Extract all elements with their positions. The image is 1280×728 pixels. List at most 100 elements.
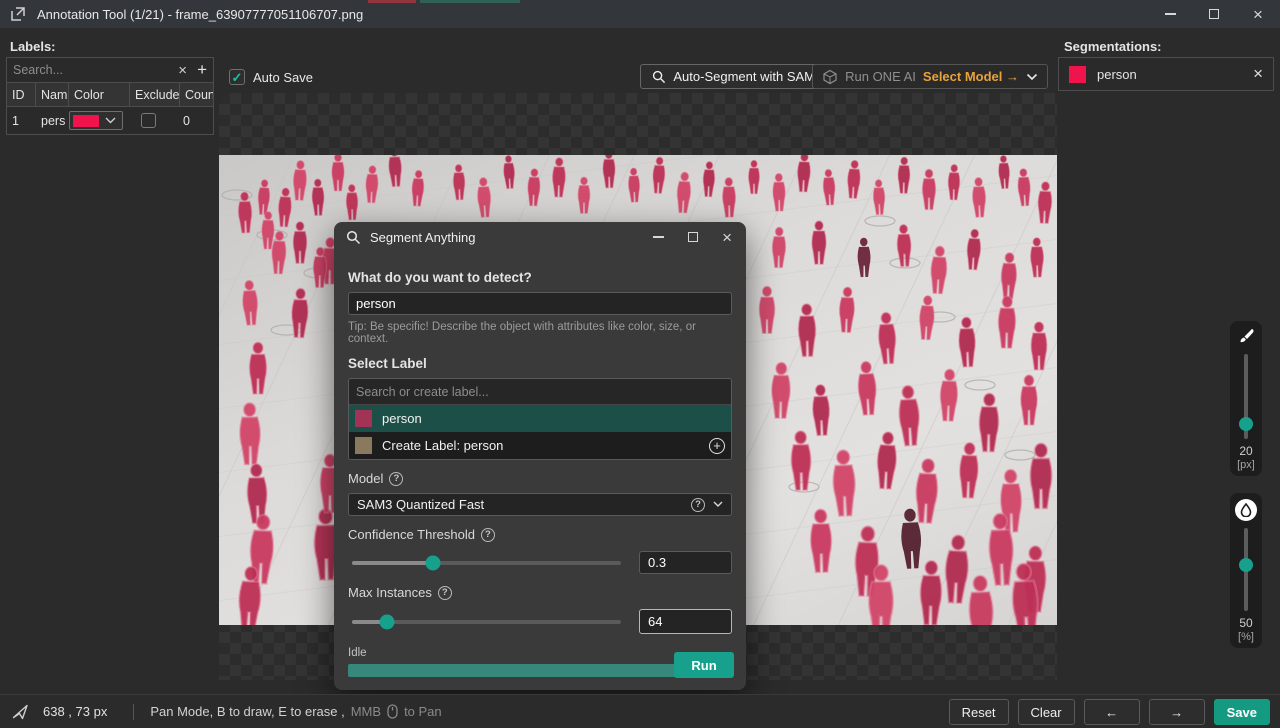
labels-table-header: ID Nam Color Exclude Count (7, 83, 213, 107)
status-divider (133, 704, 134, 720)
detect-tip: Tip: Be specific! Describe the object wi… (348, 321, 732, 345)
close-button[interactable]: × (1236, 0, 1280, 28)
auto-save-label: Auto Save (253, 70, 313, 85)
labels-heading: Labels: (10, 39, 56, 54)
clear-button[interactable]: Clear (1018, 699, 1075, 725)
brush-size-value: 20 (1239, 444, 1252, 458)
brush-size-track[interactable] (1244, 354, 1248, 439)
opacity-unit: [%] (1238, 631, 1254, 643)
dialog-title: Segment Anything (370, 230, 653, 245)
reset-button[interactable]: Reset (949, 699, 1009, 725)
chevron-down-icon (1026, 73, 1038, 81)
detect-input[interactable]: person (348, 292, 732, 315)
label-option-person[interactable]: person (349, 405, 731, 432)
option-color-swatch (355, 437, 372, 454)
max-instances-value-box[interactable]: 64 (639, 609, 732, 634)
auto-save-checkbox[interactable]: ✓ (229, 69, 245, 85)
brush-size-unit: [px] (1237, 459, 1255, 471)
confidence-help-icon[interactable]: ? (481, 528, 495, 542)
next-frame-button[interactable]: → (1149, 699, 1205, 725)
labels-search[interactable]: Search... × + (7, 58, 213, 83)
dialog-close-button[interactable]: × (722, 229, 732, 246)
previous-frame-button[interactable]: ← (1084, 699, 1140, 725)
label-count: 0 (178, 114, 190, 128)
model-value: SAM3 Quantized Fast (357, 497, 691, 512)
pan-hint: to Pan (404, 704, 442, 719)
opacity-knob[interactable] (1239, 558, 1253, 572)
label-name[interactable]: pers (36, 114, 69, 128)
mouse-icon (387, 704, 398, 719)
auto-segment-label: Auto-Segment with SAM (673, 69, 815, 84)
label-option-create[interactable]: Create Label: person + (349, 432, 731, 459)
confidence-slider-fill (352, 561, 433, 565)
delete-segmentation-icon[interactable]: × (1253, 64, 1263, 84)
model-cube-icon (822, 69, 838, 85)
maximize-button[interactable] (1192, 0, 1236, 28)
segmentation-item-person[interactable]: person × (1059, 58, 1273, 90)
run-one-ai-group[interactable]: Run ONE AI Select Model → (812, 64, 1048, 89)
label-color-swatch (73, 115, 99, 127)
col-exclude: Exclude (130, 83, 180, 106)
labels-search-placeholder: Search... (13, 63, 178, 77)
cursor-coordinates: 638 , 73 px (43, 704, 107, 719)
label-search-placeholder: Search or create label... (356, 385, 489, 399)
run-button[interactable]: Run (674, 652, 734, 678)
col-id: ID (7, 83, 36, 106)
background-window-sliver-teal (420, 0, 520, 3)
auto-save-toggle[interactable]: ✓ Auto Save (229, 69, 313, 85)
max-instances-help-icon[interactable]: ? (438, 586, 452, 600)
select-label-heading: Select Label (348, 356, 732, 371)
model-help-icon[interactable]: ? (389, 472, 403, 486)
add-label-icon[interactable]: + (197, 60, 207, 80)
segment-anything-dialog: Segment Anything × What do you want to d… (334, 222, 746, 690)
title-bar: Annotation Tool (1/21) - frame_639077770… (0, 0, 1280, 28)
status-bar: 638 , 73 px Pan Mode, B to draw, E to er… (0, 694, 1280, 728)
segmentations-panel: person × (1058, 57, 1274, 91)
max-instances-slider-knob[interactable] (379, 614, 394, 629)
confidence-value-box[interactable]: 0.3 (639, 551, 732, 574)
select-model-link[interactable]: Select Model → (923, 69, 1019, 84)
confidence-value: 0.3 (648, 555, 666, 570)
label-row-person[interactable]: 1 pers 0 (7, 107, 213, 134)
detect-question-label: What do you want to detect? (348, 270, 732, 285)
confidence-slider-track[interactable] (352, 561, 621, 565)
brush-size-knob[interactable] (1239, 417, 1253, 431)
opacity-slider[interactable]: 50 [%] (1230, 493, 1262, 648)
col-count: Count (180, 83, 213, 106)
chevron-down-icon (105, 117, 116, 124)
opacity-track[interactable] (1244, 528, 1248, 611)
chevron-down-icon (713, 501, 723, 508)
create-label-plus-icon[interactable]: + (709, 438, 725, 454)
dialog-minimize-button[interactable] (653, 236, 664, 238)
segmentation-color-swatch (1069, 66, 1086, 83)
canvas-toolbar: ✓ Auto Save Auto-Segment with SAM Run ON… (219, 62, 1057, 92)
model-info-icon[interactable]: ? (691, 498, 705, 512)
close-icon: × (1253, 6, 1263, 23)
col-name: Nam (36, 83, 69, 106)
maximize-icon (1209, 9, 1219, 19)
label-color-dropdown[interactable] (69, 111, 123, 130)
auto-segment-sam-button[interactable]: Auto-Segment with SAM (640, 64, 827, 89)
run-one-ai-label: Run ONE AI (845, 69, 916, 84)
labels-panel: Search... × + ID Nam Color Exclude Count… (6, 57, 214, 135)
dialog-maximize-button[interactable] (688, 232, 698, 242)
save-button[interactable]: Save (1214, 699, 1270, 725)
minimize-button[interactable] (1148, 0, 1192, 28)
max-instances-slider-track[interactable] (352, 620, 621, 624)
col-color: Color (69, 83, 130, 106)
clear-search-icon[interactable]: × (178, 62, 187, 79)
search-icon (346, 230, 361, 245)
confidence-slider-knob[interactable] (425, 555, 440, 570)
search-icon (652, 70, 666, 84)
dialog-title-bar[interactable]: Segment Anything × (334, 222, 746, 252)
exclude-checkbox[interactable] (141, 113, 156, 128)
label-select-box: Search or create label... person Create … (348, 378, 732, 460)
opacity-value: 50 (1239, 616, 1252, 630)
label-search-input[interactable]: Search or create label... (349, 379, 731, 405)
max-instances-value: 64 (648, 614, 662, 629)
brush-size-slider[interactable]: 20 [px] (1230, 321, 1262, 476)
background-window-sliver-red (368, 0, 416, 3)
option-color-swatch (355, 410, 372, 427)
segmentation-label: person (1097, 67, 1253, 82)
model-select[interactable]: SAM3 Quantized Fast ? (348, 493, 732, 516)
